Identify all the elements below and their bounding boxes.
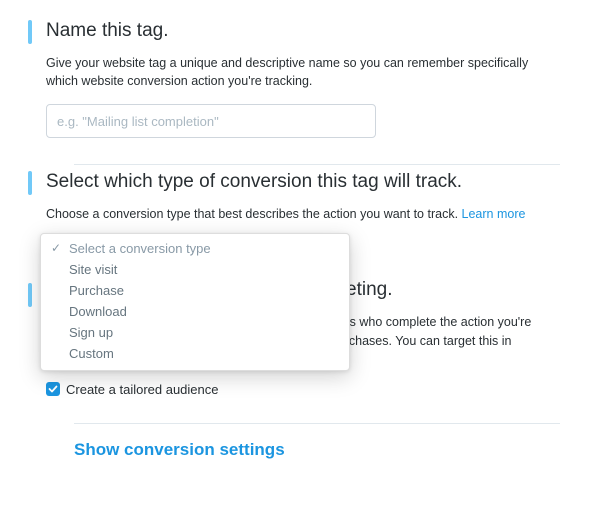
accent-bar [28,171,32,195]
dropdown-option-site-visit[interactable]: Site visit [41,259,349,280]
section-conversion-type: Select which type of conversion this tag… [28,165,590,275]
dropdown-option-placeholder[interactable]: ✓ Select a conversion type [41,238,349,259]
option-label: Site visit [69,262,117,277]
option-label: Sign up [69,325,113,340]
option-label: Custom [69,346,114,361]
dropdown-option-custom[interactable]: Custom [41,343,349,364]
dropdown-option-download[interactable]: Download [41,301,349,322]
option-label: Purchase [69,283,124,298]
create-tailored-audience-checkbox[interactable] [46,382,60,396]
title-suffix-visible: eting. [346,279,392,300]
section-title-conversion-type: Select which type of conversion this tag… [46,171,560,193]
section-title-name-tag: Name this tag. [46,20,560,42]
dropdown-option-sign-up[interactable]: Sign up [41,322,349,343]
section-desc-name-tag: Give your website tag a unique and descr… [46,54,560,90]
desc-text: Choose a conversion type that best descr… [46,207,462,221]
tag-name-input[interactable] [46,104,376,138]
section-desc-conversion-type: Choose a conversion type that best descr… [46,205,560,223]
dropdown-option-purchase[interactable]: Purchase [41,280,349,301]
option-label: Download [69,304,127,319]
accent-bar [28,283,32,307]
learn-more-link[interactable]: Learn more [462,207,526,221]
option-label: Select a conversion type [69,241,211,256]
checkbox-label: Create a tailored audience [66,382,219,397]
conversion-type-select-wrap: ✓ Select a conversion type Site visit Pu… [46,237,346,271]
accent-bar [28,20,32,44]
show-conversion-settings-toggle[interactable]: Show conversion settings [28,424,590,480]
create-tailored-audience-row[interactable]: Create a tailored audience [46,382,560,397]
check-icon [48,384,58,394]
section-name-tag: Name this tag. Give your website tag a u… [28,14,590,158]
conversion-type-dropdown: ✓ Select a conversion type Site visit Pu… [40,233,350,371]
check-icon: ✓ [51,241,61,255]
